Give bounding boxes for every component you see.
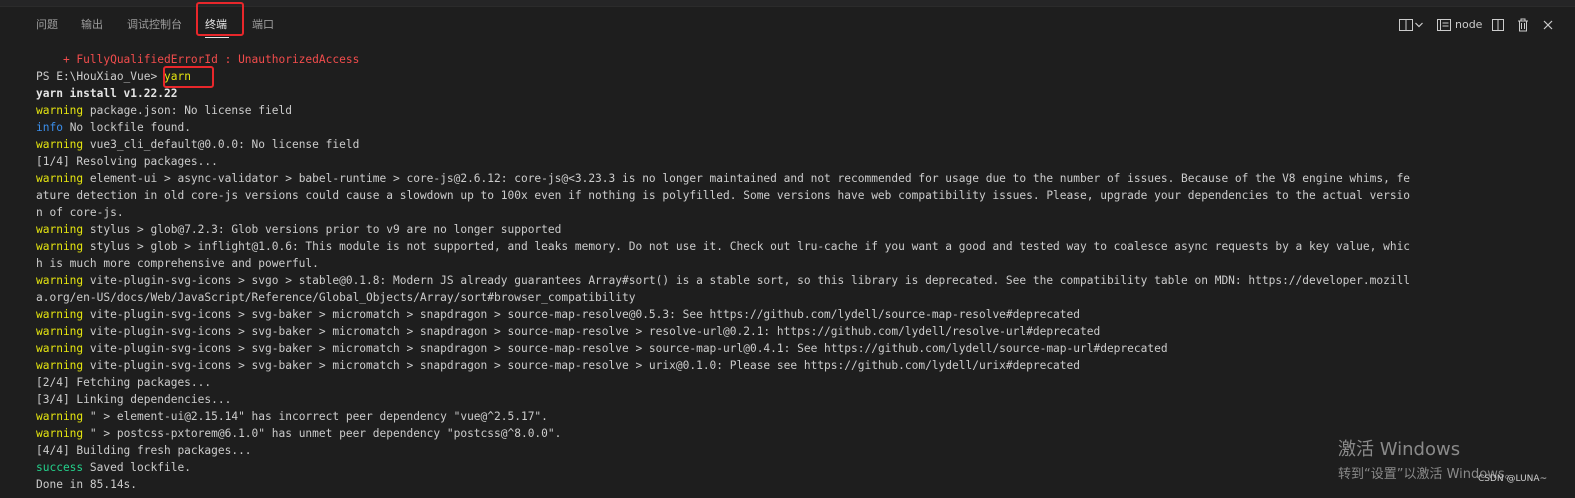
highlight-box-command	[163, 66, 214, 88]
terminal-line-text: No lockfile found.	[62, 121, 191, 134]
terminal-line: a.org/en-US/docs/Web/JavaScript/Referenc…	[36, 289, 1466, 306]
terminal-icon	[1437, 19, 1451, 31]
warning-label: warning	[36, 308, 84, 321]
tab-output[interactable]: 输出	[81, 17, 103, 33]
terminal-lines: yarn install v1.22.22 warning package.jso…	[36, 85, 1466, 493]
terminal-line: success Saved lockfile.	[36, 459, 1466, 476]
terminal-line-text: " > element-ui@2.15.14" has incorrect pe…	[83, 410, 548, 423]
terminal-toolbar: node	[1398, 17, 1568, 33]
terminal-line-text: stylus > glob > inflight@1.0.6: This mod…	[83, 240, 1411, 253]
error-line: + FullyQualifiedErrorId : UnauthorizedAc…	[36, 53, 360, 66]
warning-label: warning	[36, 172, 84, 185]
terminal-line: [1/4] Resolving packages...	[36, 153, 1466, 170]
terminal-line: warning " > element-ui@2.15.14" has inco…	[36, 408, 1466, 425]
terminal-line: warning element-ui > async-validator > b…	[36, 170, 1466, 187]
active-tab-indicator	[205, 37, 229, 38]
terminal-line-text: ature detection in old core-js versions …	[36, 189, 1411, 202]
terminal-line-text: package.json: No license field	[83, 104, 292, 117]
tab-ports[interactable]: 端口	[252, 17, 274, 33]
prompt-text: PS E:\HouXiao_Vue>	[36, 70, 164, 83]
watermark-title: 激活 Windows	[1338, 439, 1461, 460]
terminal-line-text: vite-plugin-svg-icons > svg-baker > micr…	[83, 342, 1168, 355]
csdn-credit: CSDN @LUNA~	[1478, 474, 1548, 484]
terminal-line: yarn install v1.22.22	[36, 85, 1466, 102]
split-terminal-icon[interactable]	[1398, 17, 1414, 33]
terminal-output[interactable]: + FullyQualifiedErrorId : UnauthorizedAc…	[36, 51, 1466, 493]
terminal-line-text: n of core-js.	[36, 206, 124, 219]
terminal-line-text: yarn install v1.22.22	[36, 87, 178, 100]
terminal-line: n of core-js.	[36, 204, 1466, 221]
terminal-line-text: vite-plugin-svg-icons > svg-baker > micr…	[83, 325, 1101, 338]
split-editor-icon[interactable]	[1490, 17, 1506, 33]
tab-problems[interactable]: 问题	[36, 17, 58, 33]
warning-label: warning	[36, 274, 84, 287]
terminal-line: warning vite-plugin-svg-icons > svg-bake…	[36, 357, 1466, 374]
terminal-line-text: Done in 85.14s.	[36, 478, 138, 491]
terminal-line-text: " > postcss-pxtorem@6.1.0" has unmet pee…	[83, 427, 562, 440]
warning-label: warning	[36, 240, 84, 253]
terminal-line: warning vite-plugin-svg-icons > svg-bake…	[36, 306, 1466, 323]
terminal-line: [4/4] Building fresh packages...	[36, 442, 1466, 459]
warning-label: warning	[36, 359, 84, 372]
terminal-line: warning vue3_cli_default@0.0.0: No licen…	[36, 136, 1466, 153]
warning-label: warning	[36, 138, 84, 151]
terminal-line-text: Saved lockfile.	[83, 461, 191, 474]
warning-label: warning	[36, 427, 84, 440]
prompt-line: PS E:\HouXiao_Vue> yarn	[36, 68, 1466, 85]
terminal-line-text: vite-plugin-svg-icons > svg-baker > micr…	[83, 359, 1081, 372]
terminal-line: [3/4] Linking dependencies...	[36, 391, 1466, 408]
terminal-line: warning stylus > glob@7.2.3: Glob versio…	[36, 221, 1466, 238]
info-label: info	[36, 121, 63, 134]
terminal-line-text: [2/4] Fetching packages...	[36, 376, 212, 389]
terminal-line: warning vite-plugin-svg-icons > svg-bake…	[36, 323, 1466, 340]
terminal-line-text: vite-plugin-svg-icons > svgo > stable@0.…	[83, 274, 1411, 287]
terminal-line: warning " > postcss-pxtorem@6.1.0" has u…	[36, 425, 1466, 442]
terminal-line-text: [3/4] Linking dependencies...	[36, 393, 232, 406]
warning-label: warning	[36, 104, 84, 117]
trash-icon[interactable]	[1515, 17, 1531, 33]
terminal-name-label[interactable]: node	[1455, 17, 1482, 33]
tab-debug-console[interactable]: 调试控制台	[127, 17, 182, 33]
terminal-line: warning vite-plugin-svg-icons > svgo > s…	[36, 272, 1466, 289]
terminal-line: info No lockfile found.	[36, 119, 1466, 136]
terminal-line-text: [4/4] Building fresh packages...	[36, 444, 252, 457]
warning-label: warning	[36, 342, 84, 355]
success-label: success	[36, 461, 84, 474]
terminal-line-text: vite-plugin-svg-icons > svg-baker > micr…	[83, 308, 1081, 321]
terminal-line: warning vite-plugin-svg-icons > svg-bake…	[36, 340, 1466, 357]
chevron-down-icon[interactable]	[1414, 17, 1424, 33]
warning-label: warning	[36, 325, 84, 338]
terminal-line-text: stylus > glob@7.2.3: Glob versions prior…	[83, 223, 562, 236]
warning-label: warning	[36, 410, 84, 423]
terminal-line-text: element-ui > async-validator > babel-run…	[83, 172, 1411, 185]
terminal-line: warning stylus > glob > inflight@1.0.6: …	[36, 238, 1466, 255]
terminal-line: h is much more comprehensive and powerfu…	[36, 255, 1466, 272]
terminal-line: warning package.json: No license field	[36, 102, 1466, 119]
terminal-line: Done in 85.14s.	[36, 476, 1466, 493]
terminal-line: ature detection in old core-js versions …	[36, 187, 1466, 204]
close-icon[interactable]	[1540, 17, 1556, 33]
terminal-line-text: vue3_cli_default@0.0.0: No license field	[83, 138, 360, 151]
terminal-line-text: a.org/en-US/docs/Web/JavaScript/Referenc…	[36, 291, 636, 304]
terminal-line-text: [1/4] Resolving packages...	[36, 155, 218, 168]
highlight-box-terminal-tab	[196, 2, 244, 36]
terminal-line: [2/4] Fetching packages...	[36, 374, 1466, 391]
warning-label: warning	[36, 223, 84, 236]
terminal-line-text: h is much more comprehensive and powerfu…	[36, 257, 319, 270]
